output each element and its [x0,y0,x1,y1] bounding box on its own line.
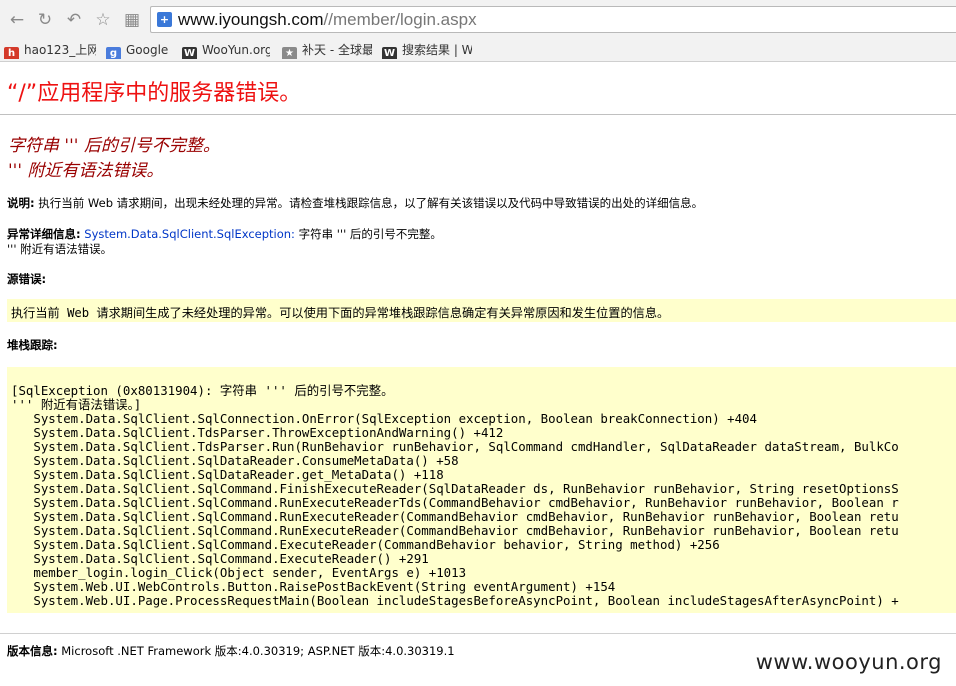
forward-icon[interactable]: ↻ [35,10,55,30]
stack-line: System.Data.SqlClient.SqlCommand.RunExec… [11,495,899,510]
source-error-box: 执行当前 Web 请求期间生成了未经处理的异常。可以使用下面的异常堆栈跟踪信息确… [7,299,956,322]
address-bar[interactable]: + www.iyoungsh.com//member/login.aspx [150,6,956,33]
stack-line: System.Data.SqlClient.SqlCommand.RunExec… [11,509,899,524]
source-error-text: 执行当前 Web 请求期间生成了未经处理的异常。可以使用下面的异常堆栈跟踪信息确… [11,306,670,320]
star-icon[interactable]: ☆ [93,10,113,30]
wooyun-icon: W [382,47,397,59]
url-host: www.iyoungsh.com [178,10,324,29]
stack-line: System.Data.SqlClient.SqlConnection.OnEr… [11,411,757,426]
stack-line: System.Data.SqlClient.SqlCommand.RunExec… [11,523,899,538]
stack-trace-box: [SqlException (0x80131904): 字符串 ''' 后的引号… [7,367,956,613]
undo-icon[interactable]: ↶ [64,10,84,30]
watermark: www.wooyun.org [751,648,946,676]
exception-text-line2: ''' 附近有语法错误。 [7,242,113,256]
hao123-icon: h [4,47,19,59]
divider [0,114,956,115]
bookmark-search-results[interactable]: W 搜索结果 | W [382,41,472,59]
page-content: “/”应用程序中的服务器错误。 字符串 ''' 后的引号不完整。 ''' 附近有… [0,62,956,686]
stack-line: System.Data.SqlClient.SqlDataReader.Cons… [11,453,459,468]
stack-trace-label: 堆栈跟踪: [7,338,58,352]
page-title: “/”应用程序中的服务器错误。 [7,81,302,106]
bookmark-label: WooYun.org [202,43,270,57]
exception-details: 异常详细信息: System.Data.SqlClient.SqlExcepti… [7,226,442,242]
butian-icon: ★ [282,47,297,59]
back-icon[interactable]: ← [7,10,27,30]
stack-line: member_login.login_Click(Object sender, … [11,565,467,580]
description-label: 说明: [7,196,35,210]
description-text: 执行当前 Web 请求期间，出现未经处理的异常。请检查堆栈跟踪信息，以了解有关该… [34,196,704,210]
version-info: 版本信息: Microsoft .NET Framework 版本:4.0.30… [7,643,455,659]
divider [0,633,956,634]
url-path: //member/login.aspx [323,10,477,29]
version-text: Microsoft .NET Framework 版本:4.0.30319; A… [57,644,455,658]
exception-type: System.Data.SqlClient.SqlException: [80,227,295,241]
bookmark-label: hao123_上网 [24,43,96,57]
wooyun-icon: W [182,47,197,59]
bookmark-wooyun[interactable]: W WooYun.org [182,41,270,59]
bookmark-label: 补天 - 全球最 [302,43,372,57]
apps-icon[interactable]: ▦ [122,10,142,30]
stack-line: System.Data.SqlClient.TdsParser.Run(RunB… [11,439,899,454]
version-label: 版本信息: [7,644,58,658]
url-text[interactable]: www.iyoungsh.com//member/login.aspx [178,10,477,30]
google-icon: g [106,47,121,59]
stack-line: [SqlException (0x80131904): 字符串 ''' 后的引号… [11,383,394,398]
bookmarks-bar: h hao123_上网 g Google W WooYun.org ★ 补天 - 全球最… [0,40,956,62]
stack-line: System.Web.UI.Page.ProcessRequestMain(Bo… [11,593,899,608]
bookmark-label: Google [126,43,169,57]
error-message-line1: 字符串 ''' 后的引号不完整。 [8,136,220,156]
stack-line: System.Data.SqlClient.SqlCommand.FinishE… [11,481,899,496]
bookmark-hao123[interactable]: h hao123_上网 [4,41,96,59]
stack-line: System.Data.SqlClient.SqlCommand.Execute… [11,551,429,566]
bookmark-label: 搜索结果 | W [402,43,472,57]
source-error-label: 源错误: [7,272,47,286]
stack-line: System.Data.SqlClient.TdsParser.ThrowExc… [11,425,504,440]
error-message-line2: ''' 附近有语法错误。 [8,161,164,181]
bookmark-butian[interactable]: ★ 补天 - 全球最 [282,41,372,59]
site-favicon-icon: + [157,12,172,27]
bookmark-google[interactable]: g Google [106,41,176,59]
exception-label: 异常详细信息: [7,227,81,241]
stack-trace-text: [SqlException (0x80131904): 字符串 ''' 后的引号… [11,384,899,608]
description: 说明: 执行当前 Web 请求期间，出现未经处理的异常。请检查堆栈跟踪信息，以了… [7,195,703,211]
stack-line: System.Data.SqlClient.SqlDataReader.get_… [11,467,444,482]
browser-toolbar: ← ↻ ↶ ☆ ▦ + www.iyoungsh.com//member/log… [0,0,956,41]
exception-text: 字符串 ''' 后的引号不完整。 [294,227,442,241]
stack-line: System.Web.UI.WebControls.Button.RaisePo… [11,579,616,594]
stack-line: ''' 附近有语法错误。] [11,397,142,412]
stack-line: System.Data.SqlClient.SqlCommand.Execute… [11,537,720,552]
